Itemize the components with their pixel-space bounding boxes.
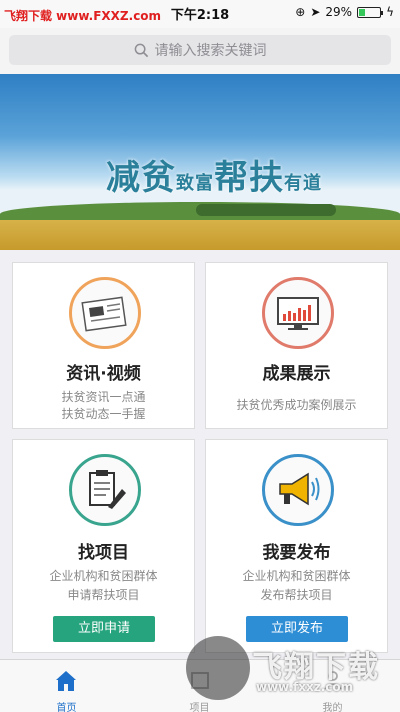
tab-home[interactable]: 首页 xyxy=(0,660,133,712)
card-desc-2: 申请帮扶项目 xyxy=(67,588,140,602)
card-title: 我要发布 xyxy=(262,543,331,563)
card-desc-1: 扶贫优秀成功案例展示 xyxy=(236,398,357,412)
card-desc-1: 企业机构和贫困群体 xyxy=(242,569,351,583)
card-desc-2: 发布帮扶项目 xyxy=(260,588,333,602)
slogan-part-4: 有道 xyxy=(284,173,322,194)
card-desc-2: 扶贫动态一手握 xyxy=(61,407,146,421)
slogan-part-3: 帮扶 xyxy=(214,158,284,198)
watermark: 飞翔下载 www.fxxz.com xyxy=(186,636,386,700)
card-publish[interactable]: 我要发布 企业机构和贫困群体 发布帮扶项目 立即发布 xyxy=(205,439,388,653)
tab-home-label: 首页 xyxy=(56,703,77,712)
banner-field xyxy=(0,220,400,250)
newspaper-icon xyxy=(69,277,141,349)
tab-projects-label: 项目 xyxy=(189,703,210,712)
clipboard-pen-icon xyxy=(69,454,141,526)
card-title: 成果展示 xyxy=(262,364,331,384)
home-icon xyxy=(56,671,76,691)
status-icons: ⊕ ➤ 29% ϟ xyxy=(295,5,394,19)
battery-icon xyxy=(357,6,384,18)
card-desc-1: 企业机构和贫困群体 xyxy=(49,569,158,583)
watermark-logo-icon xyxy=(186,636,250,700)
banner-slogan: 减贫致富帮扶有道 xyxy=(106,150,322,199)
monitor-chart-icon xyxy=(262,277,334,349)
battery-percent: 29% xyxy=(325,5,353,19)
slogan-part-2: 致富 xyxy=(176,173,214,194)
slogan-part-1: 减贫 xyxy=(106,158,176,198)
banner[interactable]: 减贫致富帮扶有道 xyxy=(0,74,400,250)
card-title: 找项目 xyxy=(78,543,129,563)
charging-icon: ϟ xyxy=(386,5,394,19)
tab-mine-label: 我的 xyxy=(322,703,343,712)
card-desc-1: 扶贫资讯一点通 xyxy=(61,390,146,404)
card-achievements[interactable]: 成果展示 扶贫优秀成功案例展示 xyxy=(205,262,388,429)
watermark-url: www.fxxz.com xyxy=(256,680,354,694)
megaphone-icon xyxy=(262,454,334,526)
apply-now-button[interactable]: 立即申请 xyxy=(53,616,155,642)
banner-trees xyxy=(196,204,336,216)
search-bar: 请输入搜索关键词 xyxy=(0,28,400,74)
orientation-lock-icon: ⊕ xyxy=(295,5,306,19)
location-icon: ➤ xyxy=(310,5,321,19)
card-title: 资讯·视频 xyxy=(66,364,141,384)
card-find-project[interactable]: 找项目 企业机构和贫困群体 申请帮扶项目 立即申请 xyxy=(12,439,195,653)
search-input[interactable]: 请输入搜索关键词 xyxy=(9,35,391,65)
search-icon xyxy=(134,43,148,57)
status-bar: 飞翔下载 www.FXXZ.com 下午2:18 ⊕ ➤ 29% ϟ xyxy=(0,0,400,28)
card-news-video[interactable]: 资讯·视频 扶贫资讯一点通 扶贫动态一手握 xyxy=(12,262,195,429)
search-placeholder: 请输入搜索关键词 xyxy=(154,43,267,59)
